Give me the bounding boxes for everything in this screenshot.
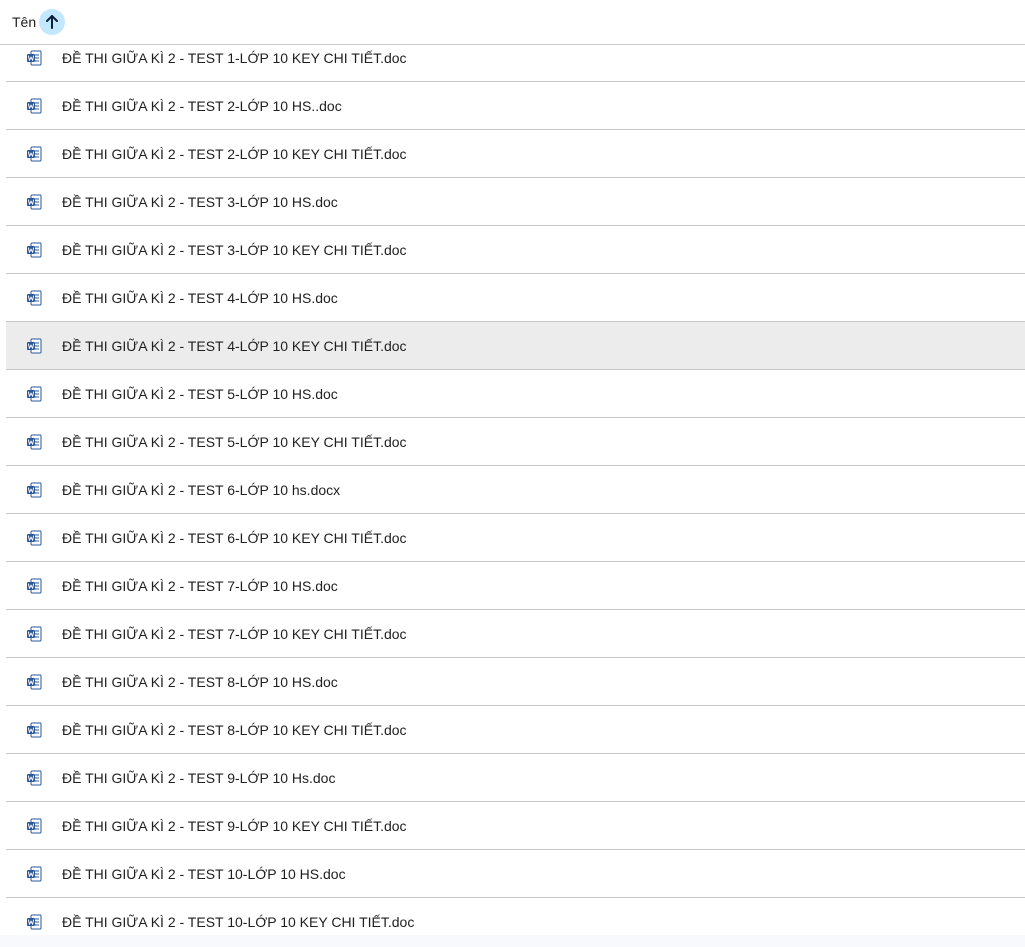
- word-doc-icon: [27, 194, 42, 210]
- file-name: ĐỀ THI GIỮA KÌ 2 - TEST 6-LỚP 10 KEY CHI…: [62, 530, 407, 546]
- word-doc-icon: [27, 386, 42, 402]
- file-name: ĐỀ THI GIỮA KÌ 2 - TEST 10-LỚP 10 KEY CH…: [62, 914, 415, 930]
- word-doc-icon: [27, 530, 42, 546]
- file-list: ĐỀ THI GIỮA KÌ 2 - TEST 1-LỚP 10 KEY CHI…: [6, 34, 1025, 946]
- file-name: ĐỀ THI GIỮA KÌ 2 - TEST 8-LỚP 10 KEY CHI…: [62, 722, 407, 738]
- word-doc-icon: [27, 98, 42, 114]
- arrow-up-icon: [46, 15, 58, 29]
- word-doc-icon: [27, 482, 42, 498]
- word-doc-icon: [27, 674, 42, 690]
- file-name: ĐỀ THI GIỮA KÌ 2 - TEST 4-LỚP 10 KEY CHI…: [62, 338, 407, 354]
- file-row[interactable]: ĐỀ THI GIỮA KÌ 2 - TEST 4-LỚP 10 HS.doc: [6, 274, 1025, 322]
- word-doc-icon: [27, 434, 42, 450]
- file-name: ĐỀ THI GIỮA KÌ 2 - TEST 3-LỚP 10 HS.doc: [62, 194, 338, 210]
- file-name: ĐỀ THI GIỮA KÌ 2 - TEST 2-LỚP 10 KEY CHI…: [62, 146, 407, 162]
- word-doc-icon: [27, 722, 42, 738]
- file-row[interactable]: ĐỀ THI GIỮA KÌ 2 - TEST 7-LỚP 10 HS.doc: [6, 562, 1025, 610]
- file-row[interactable]: ĐỀ THI GIỮA KÌ 2 - TEST 10-LỚP 10 HS.doc: [6, 850, 1025, 898]
- file-row[interactable]: ĐỀ THI GIỮA KÌ 2 - TEST 2-LỚP 10 HS..doc: [6, 82, 1025, 130]
- file-name: ĐỀ THI GIỮA KÌ 2 - TEST 7-LỚP 10 HS.doc: [62, 578, 338, 594]
- file-name: ĐỀ THI GIỮA KÌ 2 - TEST 9-LỚP 10 KEY CHI…: [62, 818, 407, 834]
- file-name: ĐỀ THI GIỮA KÌ 2 - TEST 8-LỚP 10 HS.doc: [62, 674, 338, 690]
- file-row[interactable]: ĐỀ THI GIỮA KÌ 2 - TEST 9-LỚP 10 KEY CHI…: [6, 802, 1025, 850]
- word-doc-icon: [27, 578, 42, 594]
- file-row[interactable]: ĐỀ THI GIỮA KÌ 2 - TEST 6-LỚP 10 KEY CHI…: [6, 514, 1025, 562]
- word-doc-icon: [27, 50, 42, 66]
- file-row[interactable]: ĐỀ THI GIỮA KÌ 2 - TEST 3-LỚP 10 KEY CHI…: [6, 226, 1025, 274]
- file-row[interactable]: ĐỀ THI GIỮA KÌ 2 - TEST 3-LỚP 10 HS.doc: [6, 178, 1025, 226]
- file-browser: ĐỀ THI GIỮA KÌ 2 - TEST 1-LỚP 10 KEY CHI…: [0, 0, 1025, 947]
- file-name: ĐỀ THI GIỮA KÌ 2 - TEST 6-LỚP 10 hs.docx: [62, 482, 341, 498]
- word-doc-icon: [27, 242, 42, 258]
- word-doc-icon: [27, 290, 42, 306]
- sort-button[interactable]: [39, 9, 65, 35]
- file-name: ĐỀ THI GIỮA KÌ 2 - TEST 4-LỚP 10 HS.doc: [62, 290, 338, 306]
- name-column-label[interactable]: Tên: [12, 13, 36, 31]
- word-doc-icon: [27, 146, 42, 162]
- file-row[interactable]: ĐỀ THI GIỮA KÌ 2 - TEST 8-LỚP 10 KEY CHI…: [6, 706, 1025, 754]
- file-name: ĐỀ THI GIỮA KÌ 2 - TEST 1-LỚP 10 KEY CHI…: [62, 50, 407, 66]
- file-name: ĐỀ THI GIỮA KÌ 2 - TEST 5-LỚP 10 HS.doc: [62, 386, 338, 402]
- file-row[interactable]: ĐỀ THI GIỮA KÌ 2 - TEST 8-LỚP 10 HS.doc: [6, 658, 1025, 706]
- file-row[interactable]: ĐỀ THI GIỮA KÌ 2 - TEST 9-LỚP 10 Hs.doc: [6, 754, 1025, 802]
- file-row[interactable]: ĐỀ THI GIỮA KÌ 2 - TEST 5-LỚP 10 HS.doc: [6, 370, 1025, 418]
- file-name: ĐỀ THI GIỮA KÌ 2 - TEST 7-LỚP 10 KEY CHI…: [62, 626, 407, 642]
- word-doc-icon: [27, 818, 42, 834]
- word-doc-icon: [27, 914, 42, 930]
- file-name: ĐỀ THI GIỮA KÌ 2 - TEST 2-LỚP 10 HS..doc: [62, 98, 342, 114]
- file-name: ĐỀ THI GIỮA KÌ 2 - TEST 10-LỚP 10 HS.doc: [62, 866, 346, 882]
- file-row[interactable]: ĐỀ THI GIỮA KÌ 2 - TEST 7-LỚP 10 KEY CHI…: [6, 610, 1025, 658]
- word-doc-icon: [27, 338, 42, 354]
- file-row[interactable]: ĐỀ THI GIỮA KÌ 2 - TEST 2-LỚP 10 KEY CHI…: [6, 130, 1025, 178]
- file-row[interactable]: ĐỀ THI GIỮA KÌ 2 - TEST 4-LỚP 10 KEY CHI…: [6, 322, 1025, 370]
- file-name: ĐỀ THI GIỮA KÌ 2 - TEST 9-LỚP 10 Hs.doc: [62, 770, 336, 786]
- file-row[interactable]: ĐỀ THI GIỮA KÌ 2 - TEST 5-LỚP 10 KEY CHI…: [6, 418, 1025, 466]
- word-doc-icon: [27, 866, 42, 882]
- file-row[interactable]: ĐỀ THI GIỮA KÌ 2 - TEST 6-LỚP 10 hs.docx: [6, 466, 1025, 514]
- column-header: Tên: [0, 0, 1025, 45]
- word-doc-icon: [27, 626, 42, 642]
- word-doc-icon: [27, 770, 42, 786]
- file-name: ĐỀ THI GIỮA KÌ 2 - TEST 5-LỚP 10 KEY CHI…: [62, 434, 407, 450]
- file-name: ĐỀ THI GIỮA KÌ 2 - TEST 3-LỚP 10 KEY CHI…: [62, 242, 407, 258]
- bottom-strip: [0, 935, 1025, 947]
